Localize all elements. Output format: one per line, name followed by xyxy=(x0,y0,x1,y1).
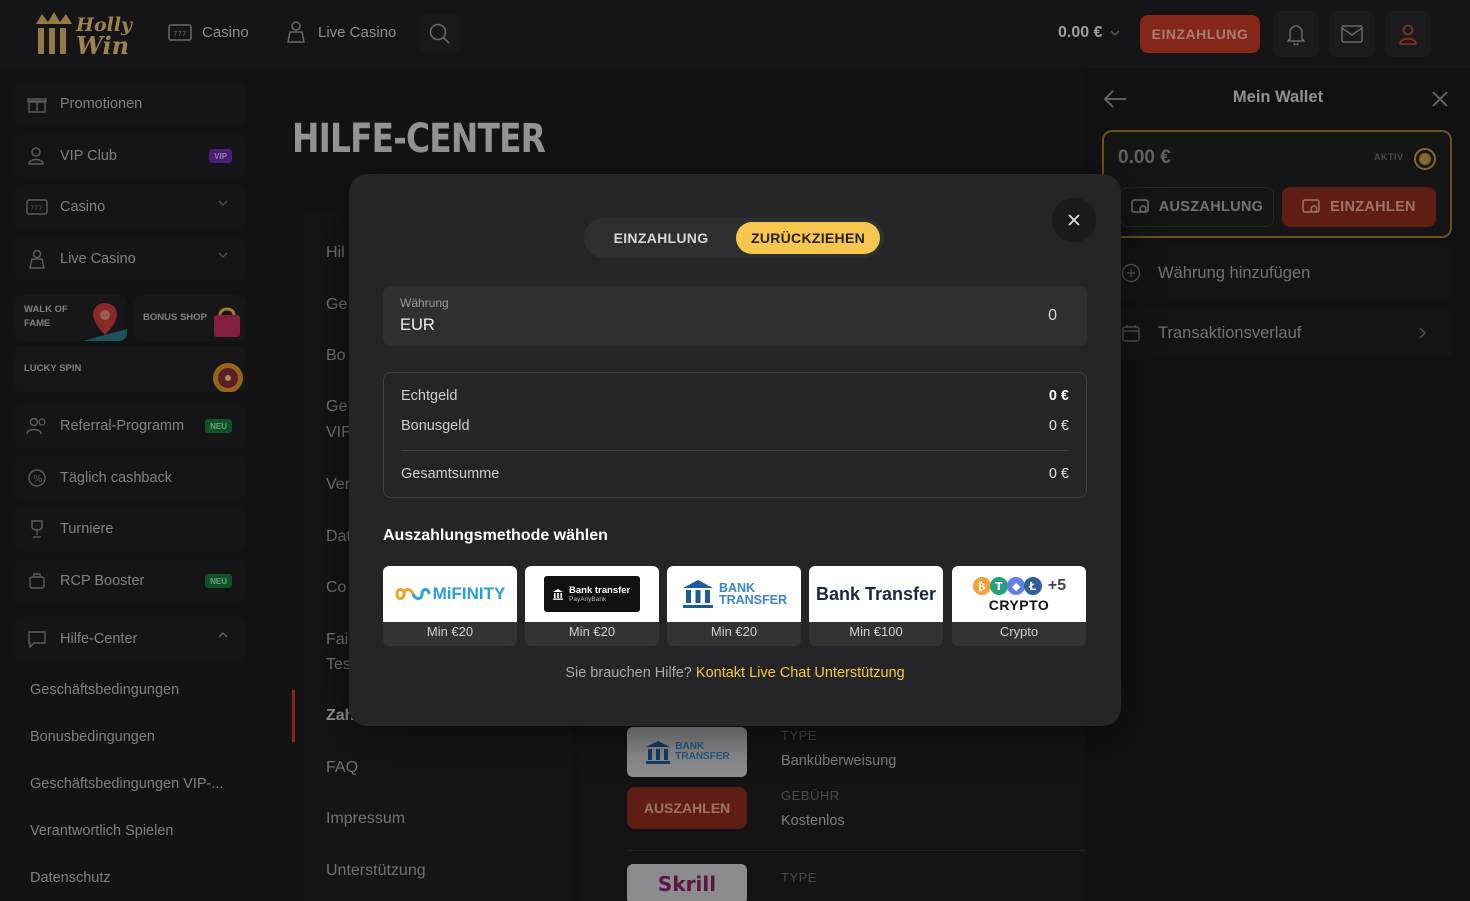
svg-text:T: T xyxy=(995,580,1003,593)
infinity-icon xyxy=(395,588,431,600)
method-logo-subtext: PayAnyBank xyxy=(569,595,607,603)
close-icon xyxy=(1068,214,1080,226)
help-line: Sie brauchen Hilfe? Kontakt Live Chat Un… xyxy=(349,665,1121,681)
tab-deposit[interactable]: EINZAHLUNG xyxy=(592,222,730,254)
method-bank-transfer[interactable]: Bank Transfer Min €100 xyxy=(809,566,943,646)
currency-amount: 0 xyxy=(1048,307,1057,324)
balance-row-label: Bonusgeld xyxy=(401,418,470,434)
svg-text:₿: ₿ xyxy=(978,580,986,593)
divider xyxy=(401,450,1069,451)
live-chat-link[interactable]: Kontakt Live Chat Unterstützung xyxy=(696,665,905,681)
balance-row-label: Gesamtsumme xyxy=(401,466,500,482)
withdraw-modal: EINZAHLUNG ZURÜCKZIEHEN Währung EUR 0 Ec… xyxy=(349,174,1121,726)
deposit-withdraw-toggle: EINZAHLUNG ZURÜCKZIEHEN xyxy=(584,218,884,258)
balance-row-real: Echtgeld 0 € xyxy=(401,388,1069,404)
method-min: Min €20 xyxy=(710,624,758,639)
crypto-coins-icon: ₿ T ◆ Ł xyxy=(972,576,1042,595)
balance-row-value: 0 € xyxy=(1048,466,1069,482)
svg-text:Ł: Ł xyxy=(1028,580,1036,593)
balance-row-label: Echtgeld xyxy=(401,388,458,404)
balance-row-total: Gesamtsumme 0 € xyxy=(401,466,1069,482)
method-payanybank[interactable]: Bank transfer PayAnyBank Min €20 xyxy=(525,566,659,646)
balance-row-value: 0 € xyxy=(1048,418,1069,434)
help-text: Sie brauchen Hilfe? xyxy=(565,665,692,681)
method-mifinity[interactable]: MiFINITY Min €20 xyxy=(383,566,517,646)
method-crypto[interactable]: ₿ T ◆ Ł +5 CRYPTO Crypto xyxy=(952,566,1086,646)
currency-label: Währung xyxy=(400,296,449,310)
method-logo-text: Bank transfer xyxy=(569,584,631,596)
method-min: Min €100 xyxy=(849,624,903,639)
bank-icon xyxy=(553,589,563,600)
method-min: Crypto xyxy=(999,624,1039,639)
methods-title: Auszahlungsmethode wählen xyxy=(383,527,608,544)
method-logo-text2: TRANSFER xyxy=(718,593,788,607)
method-min: Min €20 xyxy=(426,624,474,639)
method-extra-count: +5 xyxy=(1047,576,1067,594)
currency-value: EUR xyxy=(400,316,435,334)
balance-summary: Echtgeld 0 € Bonusgeld 0 € Gesamtsumme 0… xyxy=(383,372,1087,498)
balance-row-bonus: Bonusgeld 0 € xyxy=(401,418,1069,434)
tab-withdraw[interactable]: ZURÜCKZIEHEN xyxy=(736,222,880,254)
method-logo-text: Bank Transfer xyxy=(815,583,937,604)
svg-text:◆: ◆ xyxy=(1012,580,1021,593)
bank-icon xyxy=(682,580,713,608)
balance-row-value: 0 € xyxy=(1048,388,1069,404)
method-logo-text: MiFINITY xyxy=(432,584,506,603)
currency-select[interactable]: Währung EUR 0 xyxy=(383,286,1087,346)
modal-close-button[interactable] xyxy=(1052,198,1096,242)
method-logo-text: CRYPTO xyxy=(988,596,1050,613)
method-bank-transfer-blue[interactable]: BANK TRANSFER Min €20 xyxy=(667,566,801,646)
method-min: Min €20 xyxy=(568,624,616,639)
